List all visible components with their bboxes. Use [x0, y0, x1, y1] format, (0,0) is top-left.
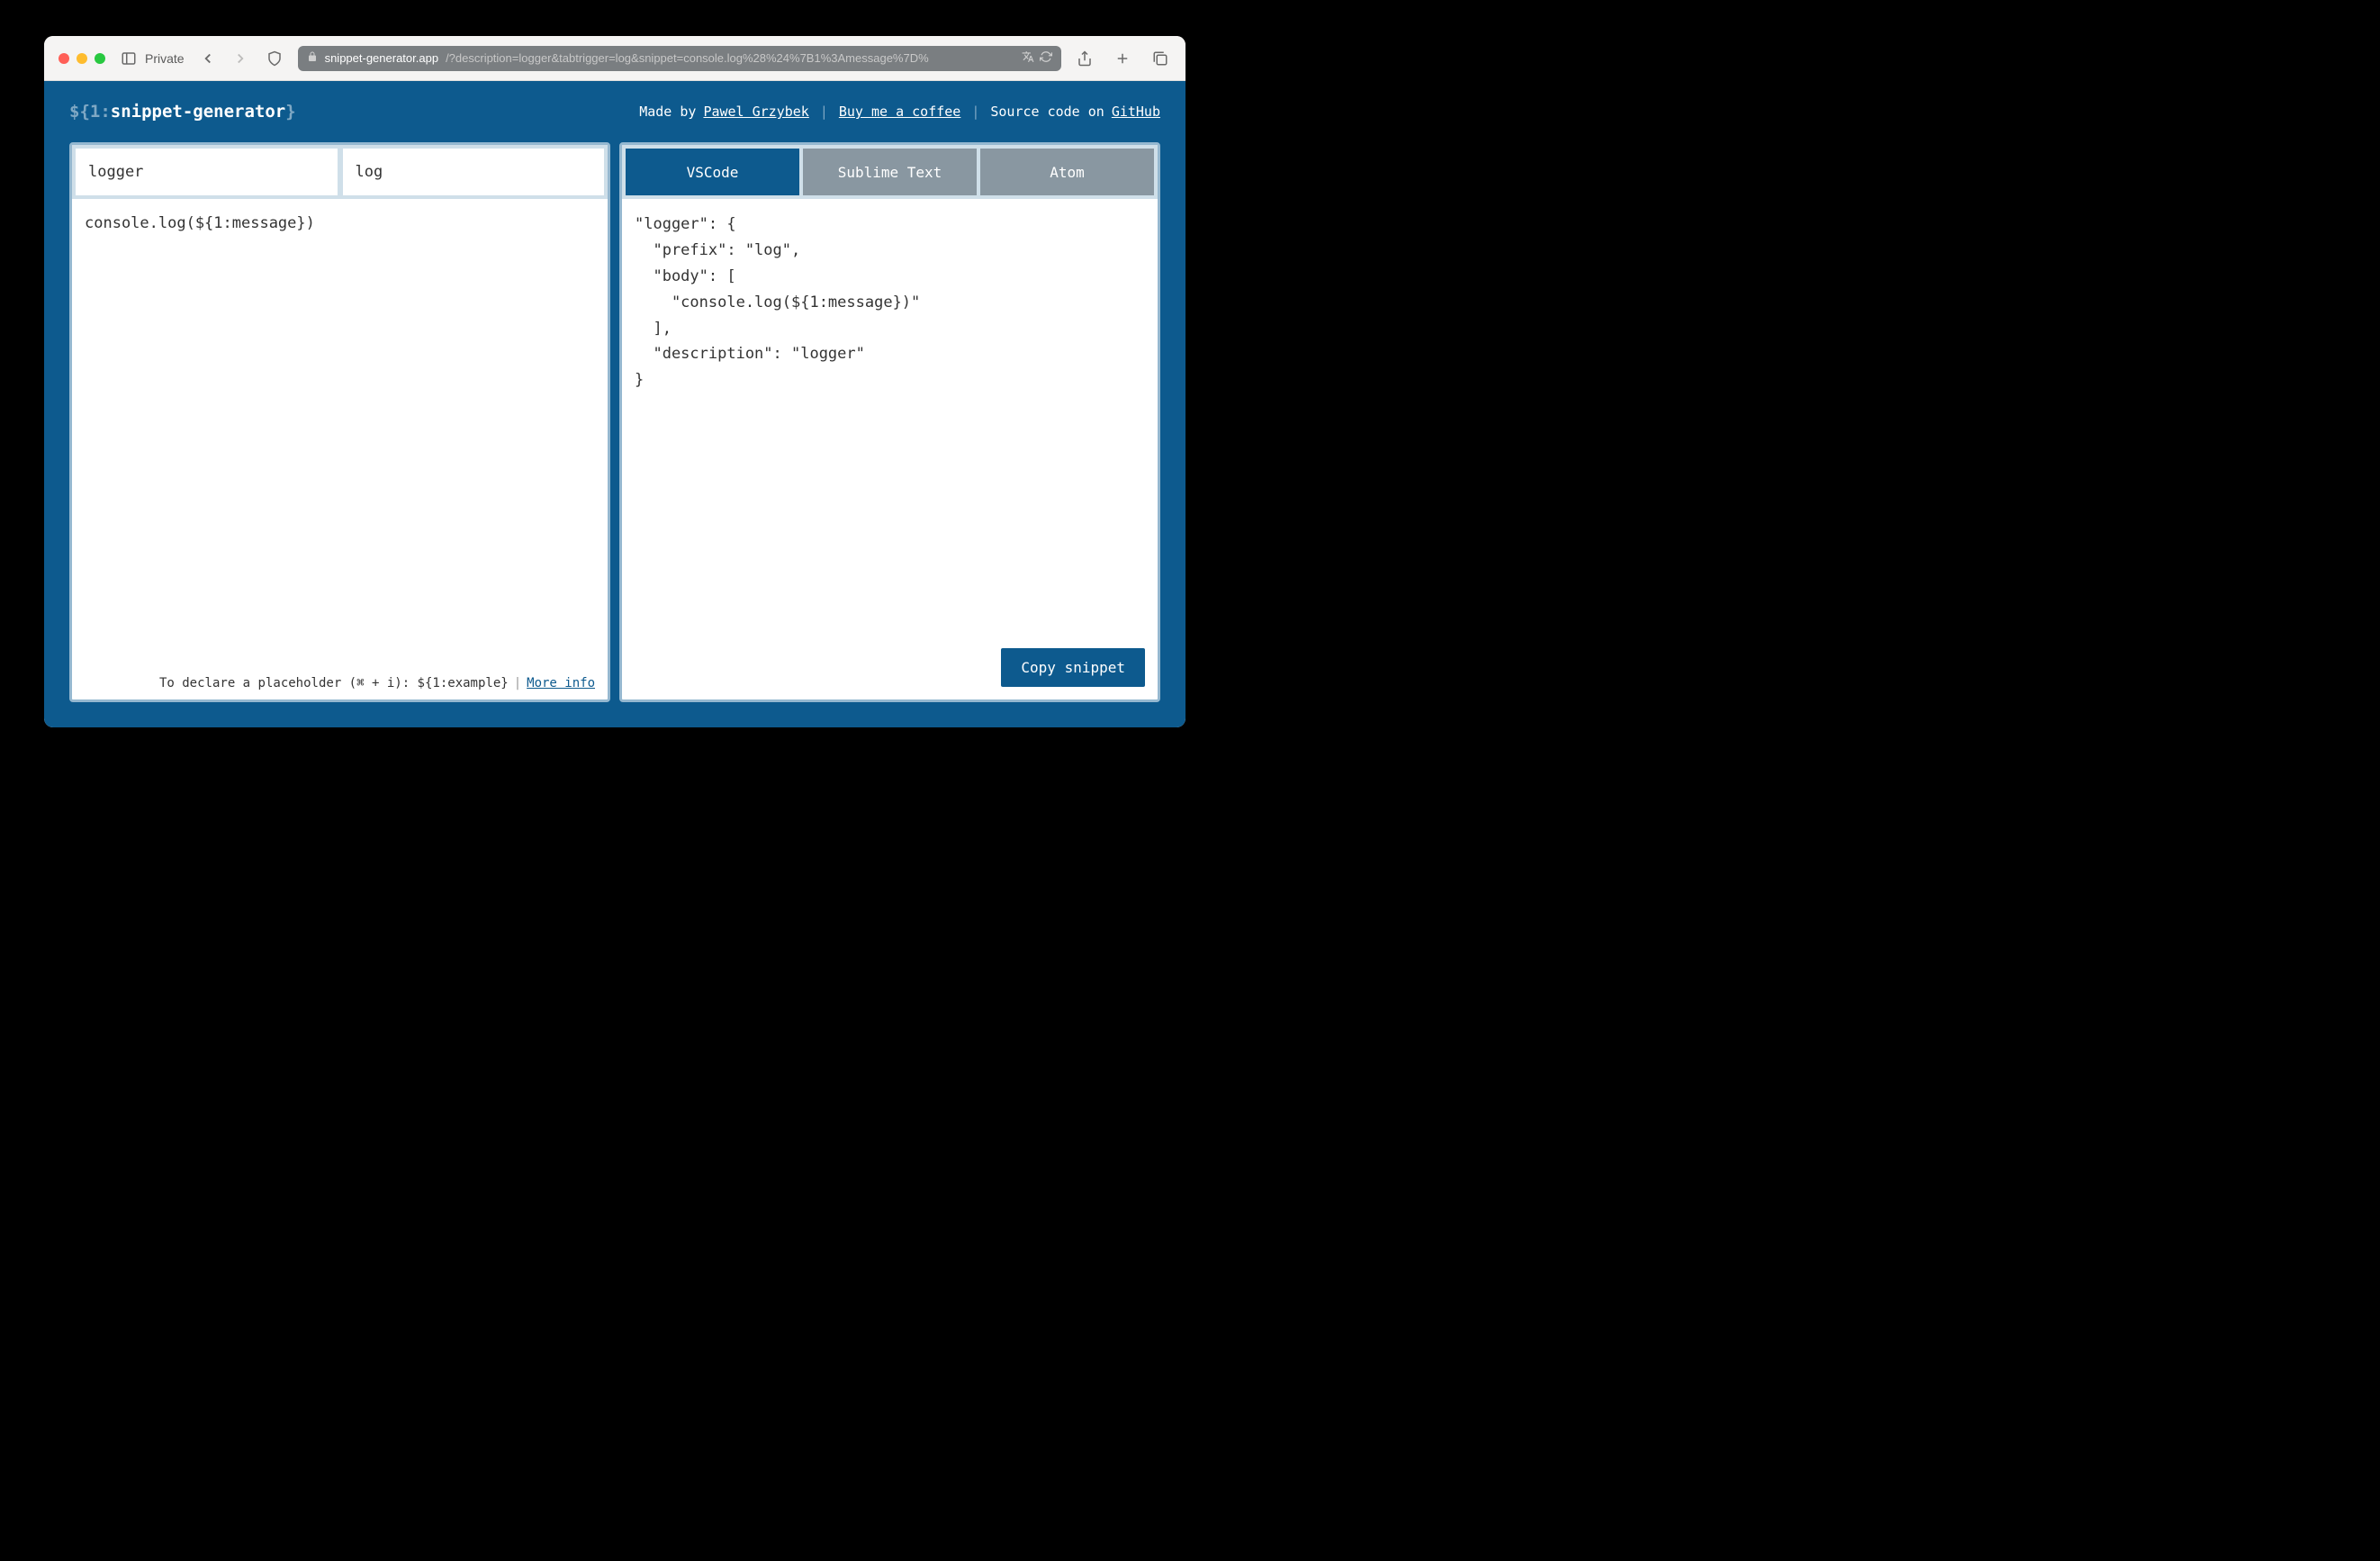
reload-icon[interactable] — [1040, 50, 1052, 66]
share-icon[interactable] — [1074, 48, 1095, 69]
nav-arrows — [197, 48, 251, 69]
tabs-overview-icon[interactable] — [1149, 48, 1171, 69]
shield-icon[interactable] — [264, 48, 285, 69]
logo-suffix: } — [285, 102, 295, 122]
private-label: Private — [145, 51, 185, 66]
window-controls — [59, 53, 105, 64]
tab-vscode[interactable]: VSCode — [626, 149, 799, 195]
separator: | — [514, 676, 521, 690]
address-bar[interactable]: snippet-generator.app /?description=logge… — [298, 46, 1061, 71]
input-row — [72, 145, 608, 199]
sidebar-toggle[interactable]: Private — [118, 48, 185, 69]
close-window-button[interactable] — [59, 53, 69, 64]
editor-tabs: VSCode Sublime Text Atom — [622, 145, 1158, 199]
minimize-window-button[interactable] — [77, 53, 87, 64]
separator: | — [971, 104, 979, 120]
url-domain: snippet-generator.app — [325, 51, 438, 65]
source-link[interactable]: GitHub — [1112, 104, 1160, 120]
tab-sublime[interactable]: Sublime Text — [803, 149, 977, 195]
url-path: /?description=logger&tabtrigger=log&snip… — [446, 51, 929, 65]
left-panel: console.log(${1:message}) To declare a p… — [69, 142, 610, 702]
back-button[interactable] — [197, 48, 219, 69]
made-by-prefix: Made by — [639, 104, 696, 120]
maximize-window-button[interactable] — [95, 53, 105, 64]
sidebar-icon — [118, 48, 140, 69]
translate-icon[interactable] — [1022, 50, 1034, 66]
chrome-right-actions — [1074, 48, 1171, 69]
browser-window: Private snippet-generator.app /?descripti… — [44, 36, 1185, 727]
address-bar-actions — [1022, 50, 1052, 66]
placeholder-hint: To declare a placeholder (⌘ + i): ${1:ex… — [159, 676, 509, 690]
copy-row: Copy snippet — [622, 639, 1158, 699]
panels: console.log(${1:message}) To declare a p… — [44, 142, 1185, 727]
logo-main: snippet-generator — [111, 102, 285, 122]
new-tab-icon[interactable] — [1112, 48, 1133, 69]
description-input[interactable] — [76, 149, 338, 195]
right-panel: VSCode Sublime Text Atom "logger": { "pr… — [619, 142, 1160, 702]
left-footer: To declare a placeholder (⌘ + i): ${1:ex… — [72, 669, 608, 699]
browser-toolbar: Private snippet-generator.app /?descripti… — [44, 36, 1185, 81]
source-prefix: Source code on — [990, 104, 1104, 120]
header-links: Made by Pawel Grzybek | Buy me a coffee … — [639, 104, 1160, 120]
app-header: ${1:snippet-generator} Made by Pawel Grz… — [44, 81, 1185, 142]
made-by-link[interactable]: Pawel Grzybek — [703, 104, 808, 120]
more-info-link[interactable]: More info — [527, 676, 595, 690]
coffee-link[interactable]: Buy me a coffee — [839, 104, 960, 120]
app-root: ${1:snippet-generator} Made by Pawel Grz… — [44, 81, 1185, 727]
trigger-input[interactable] — [343, 149, 605, 195]
snippet-textarea[interactable]: console.log(${1:message}) — [72, 199, 608, 669]
lock-icon — [307, 51, 318, 65]
forward-button[interactable] — [230, 48, 251, 69]
separator: | — [820, 104, 828, 120]
output-code[interactable]: "logger": { "prefix": "log", "body": [ "… — [622, 199, 1158, 639]
copy-snippet-button[interactable]: Copy snippet — [1001, 648, 1145, 687]
logo-prefix: ${1: — [69, 102, 111, 122]
app-logo: ${1:snippet-generator} — [69, 102, 296, 122]
tab-atom[interactable]: Atom — [980, 149, 1154, 195]
